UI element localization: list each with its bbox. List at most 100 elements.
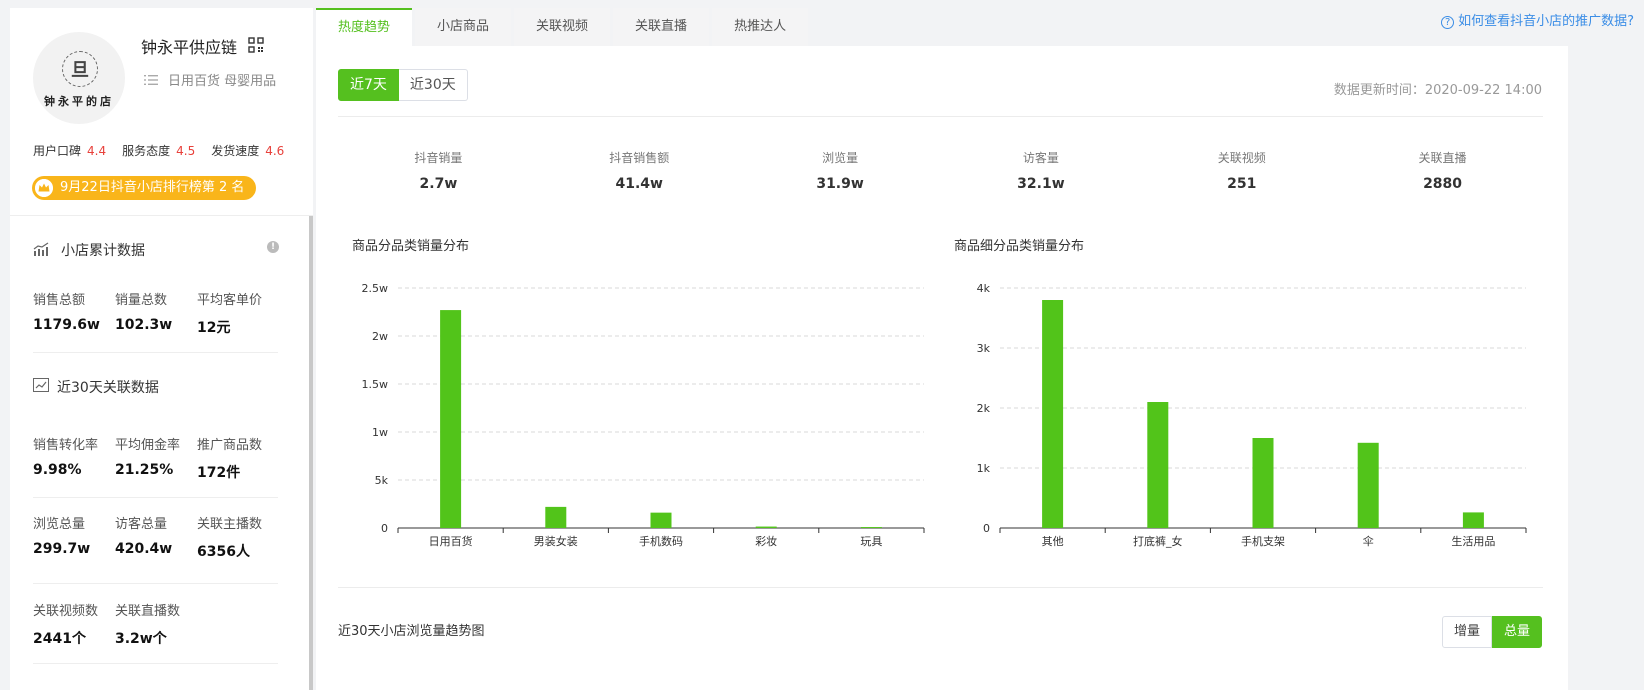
bar [440, 310, 462, 528]
shop-card: 旦 钟永平的店 钟永平供应链 日用百货 母婴用品 用户口碑 4.4 服务态度 4.5… [10, 8, 313, 225]
main-tabs: 热度趋势 小店商品 关联视频 关联直播 热推达人 [316, 8, 809, 46]
tab-related-videos[interactable]: 关联视频 [514, 8, 611, 46]
total-button[interactable]: 总量 [1491, 616, 1542, 648]
x-tick-label: 其他 [1042, 535, 1064, 548]
x-tick-label: 玩具 [860, 535, 882, 548]
related-metrics-row: 销售转化率 9.98% 平均佣金率 21.25% 推广商品数 172件 [33, 434, 279, 482]
rank-badge[interactable]: 9月22日抖音小店排行榜第 2 名 [32, 176, 257, 200]
y-tick-label: 1k [977, 462, 991, 475]
divider [33, 583, 278, 584]
crown-icon [35, 179, 53, 197]
divider [33, 663, 278, 664]
y-tick-label: 4k [977, 282, 991, 295]
bar-chart-icon [33, 242, 49, 256]
bar [1357, 442, 1379, 528]
kpi-item: 访客量 32.1w [1017, 151, 1065, 192]
help-text: 如何查看抖音小店的推广数据? [1458, 14, 1634, 29]
main-panel: 近7天 近30天 数据更新时间：2020-09-22 14:00 抖音销量 2.7… [316, 46, 1568, 690]
kpi-item: 抖音销售额 41.4w [609, 151, 670, 192]
stats-panel: 小店累计数据 ! 销售总额 1179.6w 销量总数 102.3w 平均客单价 12元… [10, 215, 313, 690]
tab-hot-promoters[interactable]: 热推达人 [712, 8, 809, 46]
rank-text: 9月22日抖音小店排行榜第 2 名 [60, 180, 245, 195]
scrollbar[interactable] [309, 216, 313, 690]
range-30d-button[interactable]: 近30天 [398, 69, 468, 101]
tab-related-live[interactable]: 关联直播 [613, 8, 710, 46]
metric-item: 平均客单价 12元 [197, 293, 263, 336]
qrcode-icon[interactable] [248, 37, 264, 53]
metric-item: 销售总额 1179.6w [33, 293, 100, 333]
trend-title: 近30天小店浏览量趋势图 [338, 624, 485, 639]
shop-logo: 旦 钟永平的店 [33, 32, 125, 124]
range-7d-button[interactable]: 近7天 [338, 69, 399, 101]
divider [33, 497, 278, 498]
x-tick-label: 男装女装 [534, 534, 578, 548]
bar [1042, 300, 1064, 528]
rating-item: 服务态度 4.5 [122, 144, 196, 158]
divider [338, 587, 1543, 588]
rating-item: 用户口碑 4.4 [33, 144, 107, 158]
metric-item: 平均佣金率 21.25% [115, 438, 181, 478]
subcategory-chart-title: 商品细分品类销量分布 [954, 239, 1085, 254]
shop-categories: 日用百货 母婴用品 [168, 74, 277, 89]
bar [1252, 438, 1274, 528]
kpi-item: 关联视频 251 [1217, 151, 1266, 192]
cumulative-title: 小店累计数据 [61, 243, 145, 259]
x-tick-label: 伞 [1363, 534, 1374, 548]
y-tick-label: 5k [375, 474, 389, 487]
y-tick-label: 1.5w [362, 378, 389, 391]
y-tick-label: 2k [977, 402, 991, 415]
shop-sidebar: 旦 钟永平的店 钟永平供应链 日用百货 母婴用品 用户口碑 4.4 服务态度 4.5… [10, 8, 313, 690]
y-tick-label: 2.5w [362, 282, 389, 295]
kpi-item: 浏览量 31.9w [816, 151, 864, 192]
related30-title: 近30天关联数据 [57, 380, 159, 396]
metric-item: 推广商品数 172件 [197, 438, 263, 481]
shop-ratings: 用户口碑 4.4 服务态度 4.5 发货速度 4.6 [33, 142, 284, 159]
bar [755, 526, 777, 528]
range-selector: 近7天 近30天 [338, 69, 468, 101]
kpi-strip: 抖音销量 2.7w 抖音销售额 41.4w 浏览量 31.9w 访客量 32.1w 关联… [338, 149, 1543, 192]
bar [650, 512, 672, 528]
bar [1462, 512, 1484, 528]
x-tick-label: 打底裤_女 [1133, 534, 1183, 548]
bar [545, 506, 567, 528]
category-sales-chart: 0 5k 1w 1.5w 2w 2.5w 日用百货 男装女装 手机数码 彩妆 玩具 [362, 282, 925, 548]
metric-item: 关联视频数 2441个 [33, 604, 99, 647]
divider [338, 116, 1543, 117]
y-tick-label: 3k [977, 342, 991, 355]
metric-item: 关联直播数 3.2w个 [115, 604, 181, 647]
metric-item: 销量总数 102.3w [115, 293, 173, 333]
help-link[interactable]: ? 如何查看抖音小店的推广数据? [1441, 10, 1634, 29]
info-icon[interactable]: ! [267, 241, 279, 253]
y-tick-label: 0 [381, 522, 388, 535]
question-icon: ? [1441, 16, 1455, 29]
tab-heat-trend[interactable]: 热度趋势 [316, 8, 413, 46]
x-tick-label: 彩妆 [755, 535, 777, 548]
trend-mode-toggle: 增量 总量 [1441, 616, 1542, 648]
rating-item: 发货速度 4.6 [211, 144, 285, 158]
tab-shop-products[interactable]: 小店商品 [415, 8, 512, 46]
category-chart-title: 商品分品类销量分布 [352, 239, 470, 254]
kpi-item: 关联直播 2880 [1418, 151, 1467, 192]
logo-mark: 旦 [62, 51, 98, 87]
x-tick-label: 手机数码 [639, 534, 683, 548]
subcategory-sales-chart: 0 1k 2k 3k 4k 其他 打底裤_女 手机支架 伞 生活用品 [977, 282, 1527, 548]
bar [860, 527, 882, 528]
related-metrics-row: 浏览总量 299.7w 访客总量 420.4w 关联主播数 6356人 [33, 513, 279, 561]
y-tick-label: 2w [372, 330, 388, 343]
bar [1147, 402, 1169, 528]
kpi-item: 抖音销量 2.7w [414, 151, 463, 192]
logo-text: 钟永平的店 [44, 95, 114, 108]
metric-item: 关联主播数 6356人 [197, 517, 263, 560]
trend-chart-icon [33, 378, 49, 392]
list-icon [144, 75, 158, 85]
shop-name: 钟永平供应链 [141, 38, 238, 57]
metric-item: 浏览总量 299.7w [33, 517, 91, 557]
related-metrics-row: 关联视频数 2441个 关联直播数 3.2w个 [33, 600, 197, 648]
increment-button[interactable]: 增量 [1441, 616, 1492, 648]
cumulative-metrics: 销售总额 1179.6w 销量总数 102.3w 平均客单价 12元 [33, 289, 279, 337]
divider [33, 352, 278, 353]
metric-item: 销售转化率 9.98% [33, 438, 99, 478]
x-tick-label: 生活用品 [1451, 534, 1495, 548]
x-tick-label: 日用百货 [429, 534, 473, 548]
x-tick-label: 手机支架 [1241, 534, 1285, 548]
